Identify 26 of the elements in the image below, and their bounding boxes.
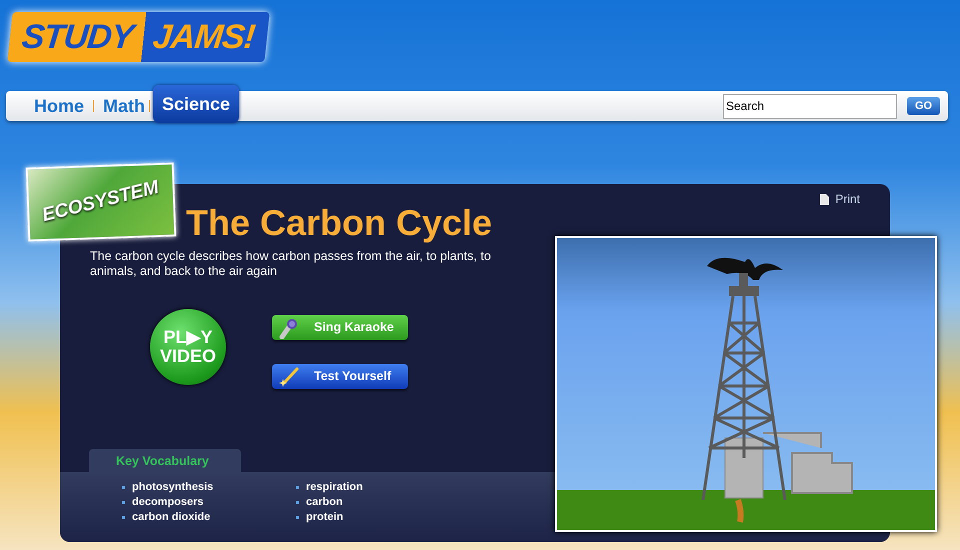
- print-link[interactable]: Print: [820, 190, 860, 208]
- bullet-icon: [122, 501, 125, 504]
- logo[interactable]: STUDY JAMS!: [7, 12, 270, 62]
- vocabulary-word[interactable]: protein: [306, 509, 344, 526]
- search-field[interactable]: Search: [723, 94, 897, 118]
- bullet-icon: [122, 486, 125, 489]
- vocabulary-word[interactable]: respiration: [306, 479, 363, 496]
- vocabulary-word[interactable]: carbon: [306, 494, 343, 511]
- test-yourself-button[interactable]: Test Yourself: [272, 364, 408, 389]
- magic-wand-icon: [278, 366, 300, 388]
- nav-tab[interactable]: Science: [153, 85, 240, 123]
- bullet-icon: [296, 501, 299, 504]
- microphone-icon: [278, 316, 300, 338]
- nav-tab[interactable]: Home: [33, 92, 86, 120]
- page-title: The Carbon Cycle: [186, 202, 494, 244]
- vocabulary-word[interactable]: photosynthesis: [132, 479, 214, 496]
- bullet-icon: [296, 486, 299, 489]
- bullet-icon: [296, 516, 299, 519]
- description: The carbon cycle describes how carbon passes from the air, to plants, to animals, and back to the air again: [90, 249, 492, 279]
- vocabulary-word[interactable]: carbon dioxide: [132, 509, 210, 526]
- document-icon: [820, 194, 830, 204]
- vocabulary-word[interactable]: decomposers: [132, 494, 204, 511]
- nav-tab[interactable]: Math: [102, 92, 146, 120]
- go-button[interactable]: GO: [907, 97, 940, 115]
- vocabulary-tab[interactable]: Key Vocabulary: [89, 449, 241, 472]
- bullet-icon: [122, 516, 125, 519]
